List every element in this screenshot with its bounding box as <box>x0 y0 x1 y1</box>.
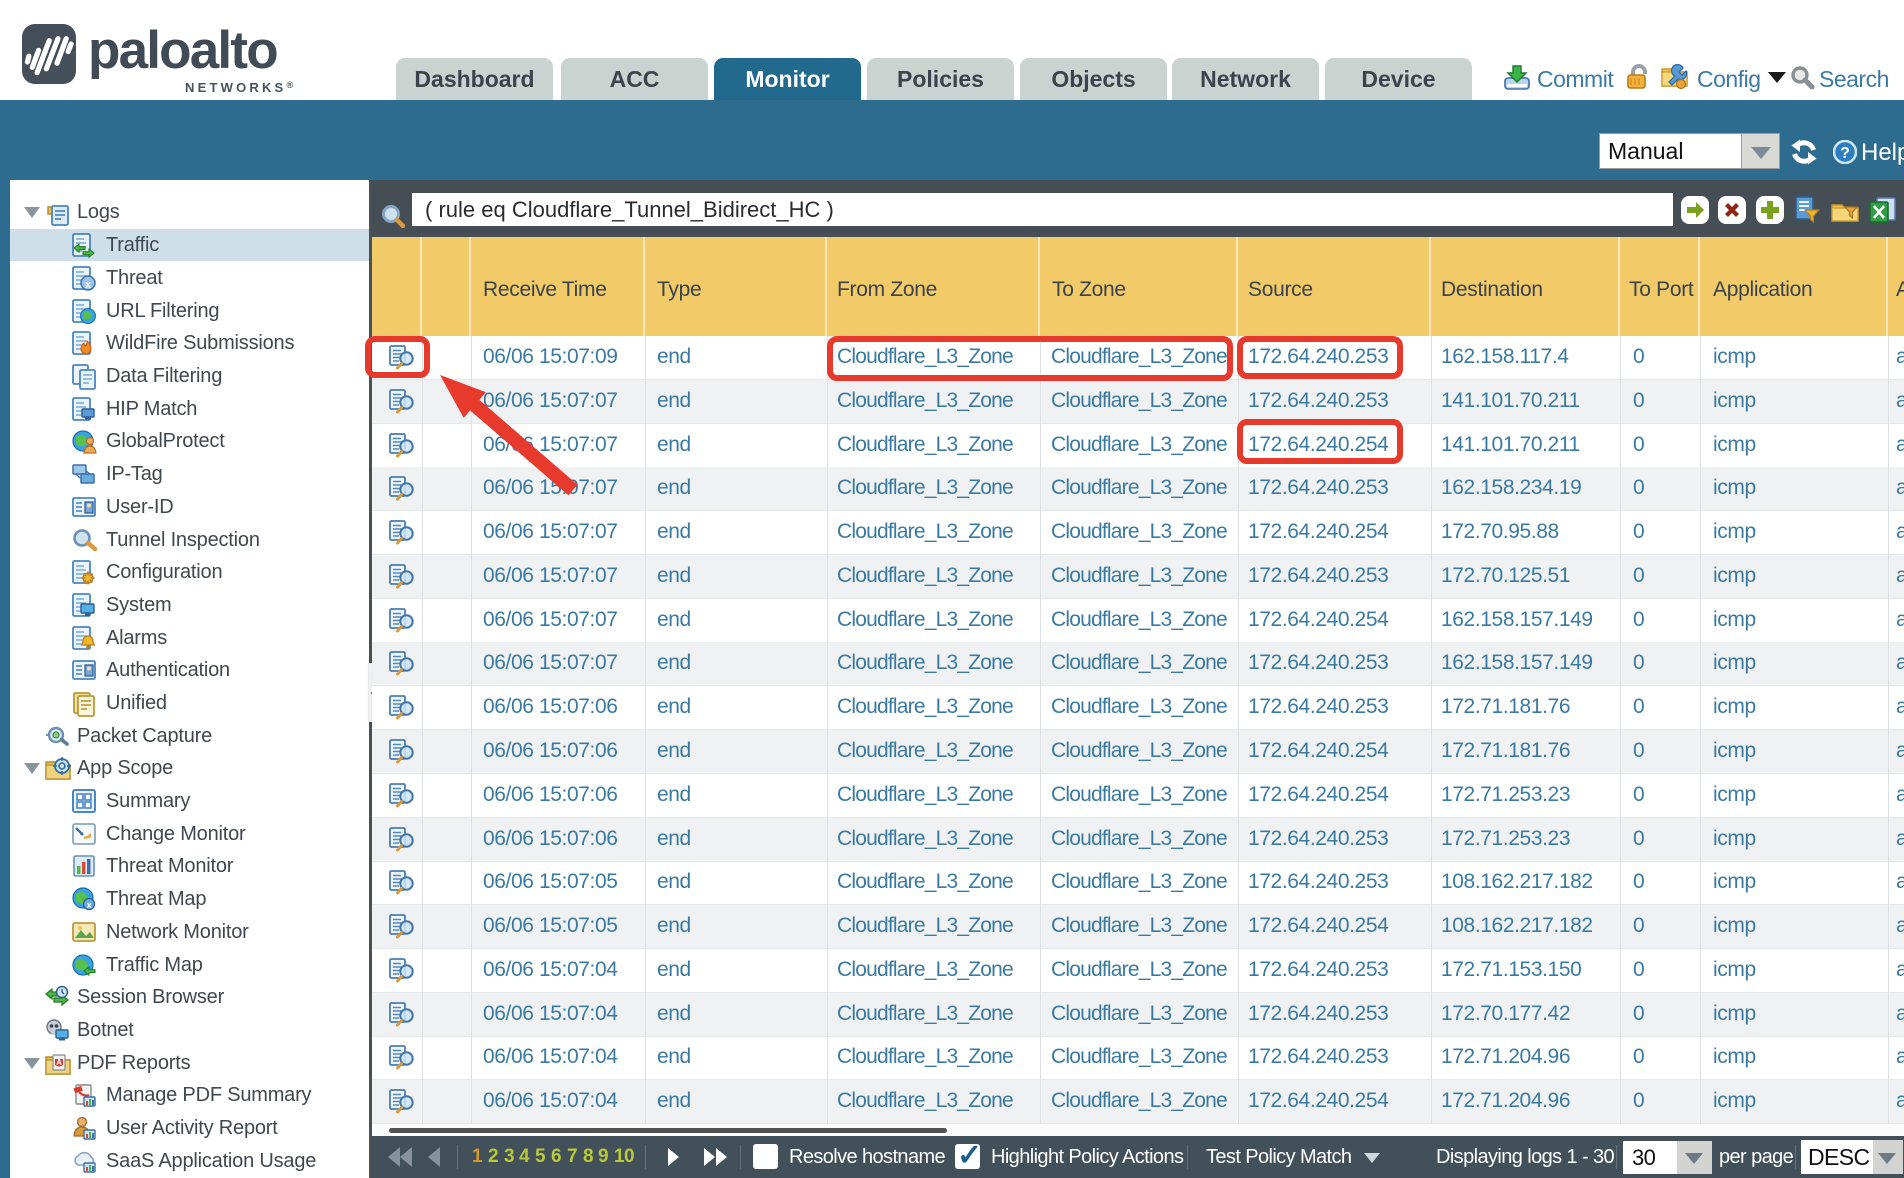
svg-text:A: A <box>56 1058 62 1067</box>
svg-text:?: ? <box>1840 145 1850 162</box>
svg-text:x: x <box>87 900 92 910</box>
